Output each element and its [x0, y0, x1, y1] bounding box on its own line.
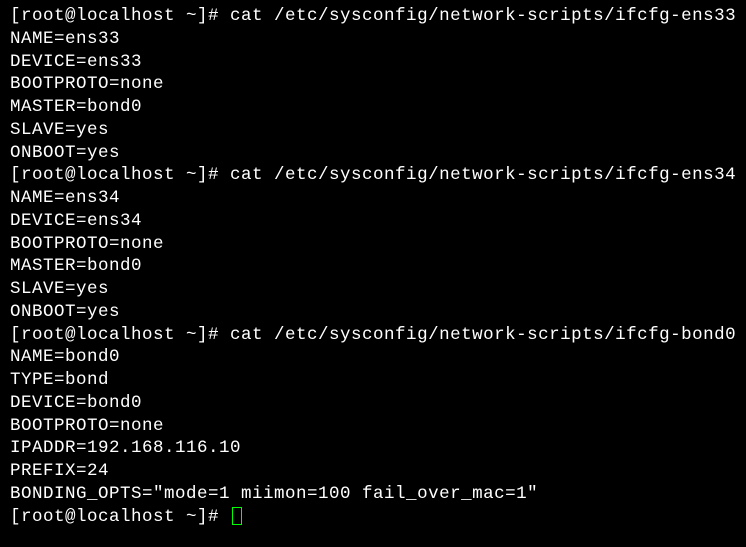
terminal-line: SLAVE=yes [10, 119, 736, 142]
terminal-line: SLAVE=yes [10, 278, 736, 301]
terminal-line: DEVICE=ens34 [10, 210, 736, 233]
terminal-line: BOOTPROTO=none [10, 415, 736, 438]
terminal-line: ONBOOT=yes [10, 142, 736, 165]
terminal-line: TYPE=bond [10, 369, 736, 392]
terminal-line: [root@localhost ~]# cat /etc/sysconfig/n… [10, 5, 736, 28]
terminal-prompt: [root@localhost ~]# [10, 507, 230, 527]
terminal-line: NAME=ens34 [10, 187, 736, 210]
terminal-line: BONDING_OPTS="mode=1 miimon=100 fail_ove… [10, 483, 736, 506]
terminal-line: NAME=bond0 [10, 346, 736, 369]
terminal-line: MASTER=bond0 [10, 255, 736, 278]
terminal-prompt-line[interactable]: [root@localhost ~]# [10, 506, 736, 529]
terminal-line: ONBOOT=yes [10, 301, 736, 324]
terminal-line: PREFIX=24 [10, 460, 736, 483]
terminal-line: BOOTPROTO=none [10, 233, 736, 256]
terminal-line: [root@localhost ~]# cat /etc/sysconfig/n… [10, 164, 736, 187]
terminal-line: MASTER=bond0 [10, 96, 736, 119]
terminal-cursor [232, 507, 242, 525]
terminal-line: DEVICE=ens33 [10, 51, 736, 74]
terminal-line: BOOTPROTO=none [10, 73, 736, 96]
terminal-line: IPADDR=192.168.116.10 [10, 437, 736, 460]
terminal-line: DEVICE=bond0 [10, 392, 736, 415]
terminal-line: NAME=ens33 [10, 28, 736, 51]
terminal-line: [root@localhost ~]# cat /etc/sysconfig/n… [10, 324, 736, 347]
terminal-output: [root@localhost ~]# cat /etc/sysconfig/n… [10, 5, 736, 528]
